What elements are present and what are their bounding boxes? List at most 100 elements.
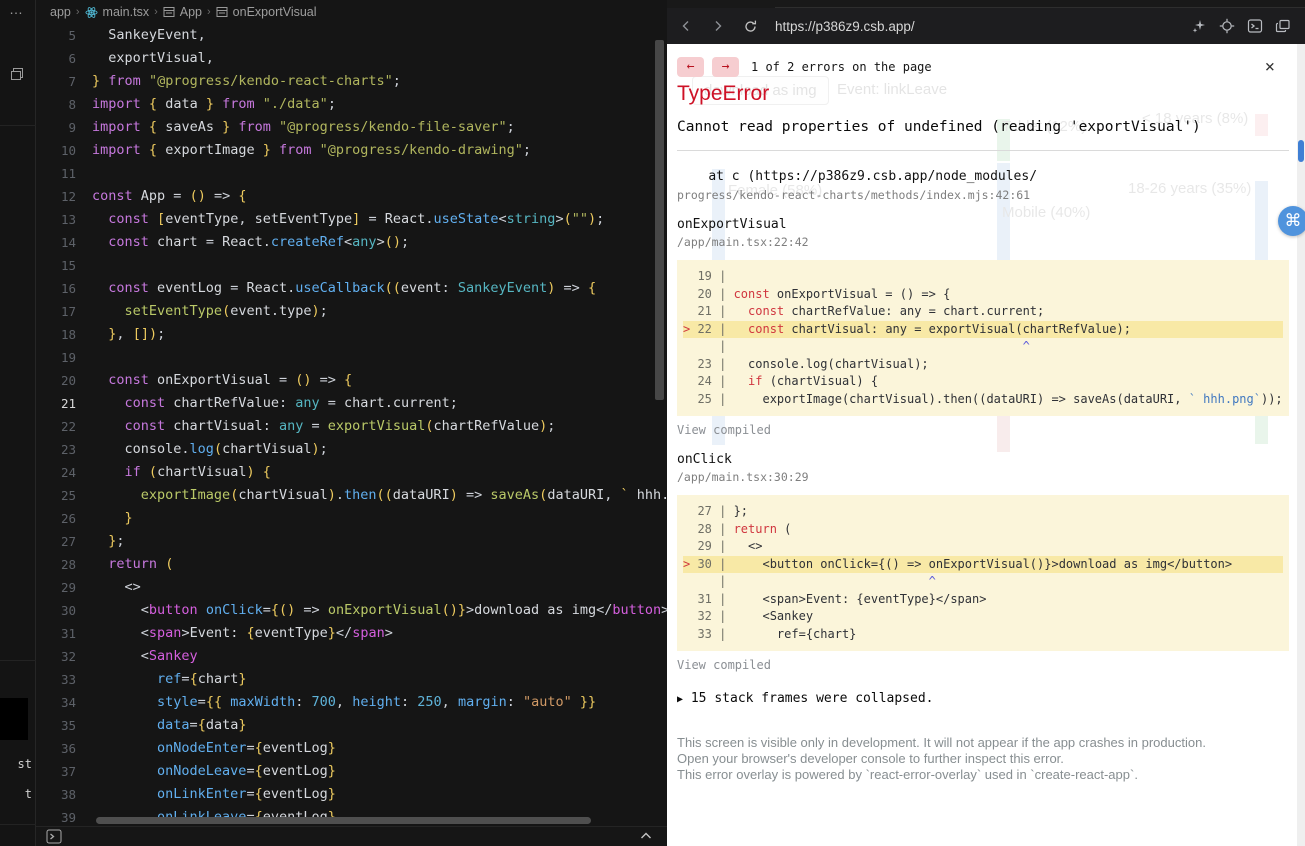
code-line[interactable]: 22 const chartVisual: any = exportVisual…	[36, 415, 667, 438]
line-number: 21	[36, 392, 92, 415]
chevron-up-icon[interactable]	[639, 830, 653, 842]
overlay-footer: This screen is visible only in developme…	[677, 735, 1289, 783]
line-text: import { data } from "./data";	[92, 93, 336, 116]
line-text: import { exportImage } from "@progress/k…	[92, 139, 531, 162]
line-text: onNodeLeave={eventLog}	[92, 760, 336, 783]
code-line[interactable]: 5 SankeyEvent,	[36, 24, 667, 47]
code-line[interactable]: 32 <Sankey	[36, 645, 667, 668]
restore-layout-icon[interactable]	[9, 66, 25, 82]
codesandbox-command-badge[interactable]: ⌘	[1278, 206, 1305, 236]
line-text: style={{ maxWidth: 700, height: 250, mar…	[92, 691, 596, 714]
line-number: 34	[36, 691, 92, 714]
error-overlay: ← → 1 of 2 errors on the page × TypeErro…	[667, 44, 1305, 846]
code-line[interactable]: 33 ref={chart}	[36, 668, 667, 691]
line-text: <span>Event: {eventType}</span>	[92, 622, 393, 645]
breadcrumb-symbol-fn[interactable]: onExportVisual	[233, 5, 317, 19]
menu-ellipsis-icon[interactable]: …	[9, 1, 24, 17]
code-line[interactable]: 13 const [eventType, setEventType] = Rea…	[36, 208, 667, 231]
view-compiled-link[interactable]: View compiled	[677, 658, 1289, 672]
breadcrumb-file[interactable]: main.tsx	[103, 5, 150, 19]
view-compiled-link[interactable]: View compiled	[677, 423, 1289, 437]
code-line[interactable]: 19	[36, 346, 667, 369]
line-text: }	[92, 507, 133, 530]
line-text: setEventType(event.type);	[92, 300, 328, 323]
stack-trace: at c (https://p386z9.csb.app/node_module…	[677, 168, 1289, 672]
code-line[interactable]: 29 <>	[36, 576, 667, 599]
line-number: 23	[36, 438, 92, 461]
code-line[interactable]: 8import { data } from "./data";	[36, 93, 667, 116]
horizontal-scrollbar[interactable]	[96, 817, 591, 824]
code-line[interactable]: 38 onLinkEnter={eventLog}	[36, 783, 667, 806]
code-line[interactable]: 30 <button onClick={() => onExportVisual…	[36, 599, 667, 622]
inspect-crosshair-icon[interactable]	[1219, 18, 1235, 34]
terminal-icon[interactable]	[46, 829, 62, 844]
next-error-button[interactable]: →	[712, 57, 739, 77]
line-number: 5	[36, 24, 92, 47]
divider	[677, 150, 1289, 151]
code-line[interactable]: 10import { exportImage } from "@progress…	[36, 139, 667, 162]
code-line[interactable]: 16 const eventLog = React.useCallback((e…	[36, 277, 667, 300]
code-line[interactable]: 6 exportVisual,	[36, 47, 667, 70]
line-number: 19	[36, 346, 92, 369]
code-line[interactable]: 25 exportImage(chartVisual).then((dataUR…	[36, 484, 667, 507]
line-text: ref={chart}	[92, 668, 246, 691]
code-line[interactable]: 21 const chartRefValue: any = chart.curr…	[36, 392, 667, 415]
code-line[interactable]: 20 const onExportVisual = () => {	[36, 369, 667, 392]
breadcrumb-symbol-app[interactable]: App	[180, 5, 202, 19]
panel-label: t	[25, 787, 32, 801]
breadcrumb-root[interactable]: app	[50, 5, 71, 19]
console-icon[interactable]	[1247, 18, 1263, 34]
code-line[interactable]: 24 if (chartVisual) {	[36, 461, 667, 484]
line-number: 24	[36, 461, 92, 484]
code-line[interactable]: 27 };	[36, 530, 667, 553]
code-line[interactable]: 23 console.log(chartVisual);	[36, 438, 667, 461]
close-overlay-button[interactable]: ×	[1265, 59, 1289, 75]
refresh-button[interactable]	[737, 13, 763, 39]
back-button[interactable]	[673, 13, 699, 39]
breadcrumb: app › main.tsx › App › onExportVisual	[36, 0, 667, 24]
vertical-scrollbar[interactable]	[655, 40, 664, 400]
code-line[interactable]: 12const App = () => {	[36, 185, 667, 208]
open-in-new-window-icon[interactable]	[1275, 18, 1291, 34]
forward-button[interactable]	[705, 13, 731, 39]
collapsed-frames-toggle[interactable]: ▶ 15 stack frames were collapsed.	[677, 691, 1289, 706]
line-number: 10	[36, 139, 92, 162]
code-line[interactable]: 35 data={data}	[36, 714, 667, 737]
line-text: onLinkEnter={eventLog}	[92, 783, 336, 806]
code-line[interactable]: 28 return (	[36, 553, 667, 576]
code-line[interactable]: 15	[36, 254, 667, 277]
code-lines[interactable]: 5 SankeyEvent,6 exportVisual,7} from "@p…	[36, 24, 667, 829]
code-line[interactable]: 26 }	[36, 507, 667, 530]
line-text: const [eventType, setEventType] = React.…	[92, 208, 604, 231]
line-text: <button onClick={() => onExportVisual()}…	[92, 599, 667, 622]
symbol-icon	[216, 6, 228, 18]
line-number: 16	[36, 277, 92, 300]
code-editor[interactable]: app › main.tsx › App › onExportVisual 5 …	[36, 0, 667, 846]
code-line[interactable]: 18 }, []);	[36, 323, 667, 346]
preview-scrollbar-thumb[interactable]	[1298, 140, 1304, 162]
code-line[interactable]: 37 onNodeLeave={eventLog}	[36, 760, 667, 783]
divider	[0, 824, 36, 825]
line-number: 11	[36, 162, 92, 185]
prev-error-button[interactable]: ←	[677, 57, 704, 77]
url-field[interactable]: https://p386z9.csb.app/	[775, 19, 915, 34]
line-text: }, []);	[92, 323, 165, 346]
preview-scrollbar-track[interactable]	[1297, 44, 1305, 846]
line-number: 18	[36, 323, 92, 346]
line-number: 28	[36, 553, 92, 576]
code-line[interactable]: 31 <span>Event: {eventType}</span>	[36, 622, 667, 645]
code-line[interactable]: 11	[36, 162, 667, 185]
code-line[interactable]: 34 style={{ maxWidth: 700, height: 250, …	[36, 691, 667, 714]
code-line[interactable]: 17 setEventType(event.type);	[36, 300, 667, 323]
line-number: 33	[36, 668, 92, 691]
editor-status-bar	[36, 826, 667, 846]
code-line[interactable]: 9import { saveAs } from "@progress/kendo…	[36, 116, 667, 139]
sparkles-icon[interactable]	[1191, 18, 1207, 34]
line-text: if (chartVisual) {	[92, 461, 271, 484]
code-line[interactable]: 7} from "@progress/kendo-react-charts";	[36, 70, 667, 93]
code-line[interactable]: 36 onNodeEnter={eventLog}	[36, 737, 667, 760]
line-text: data={data}	[92, 714, 246, 737]
code-line[interactable]: 14 const chart = React.createRef<any>();	[36, 231, 667, 254]
line-number: 31	[36, 622, 92, 645]
browser-toolbar: https://p386z9.csb.app/	[667, 8, 1305, 44]
